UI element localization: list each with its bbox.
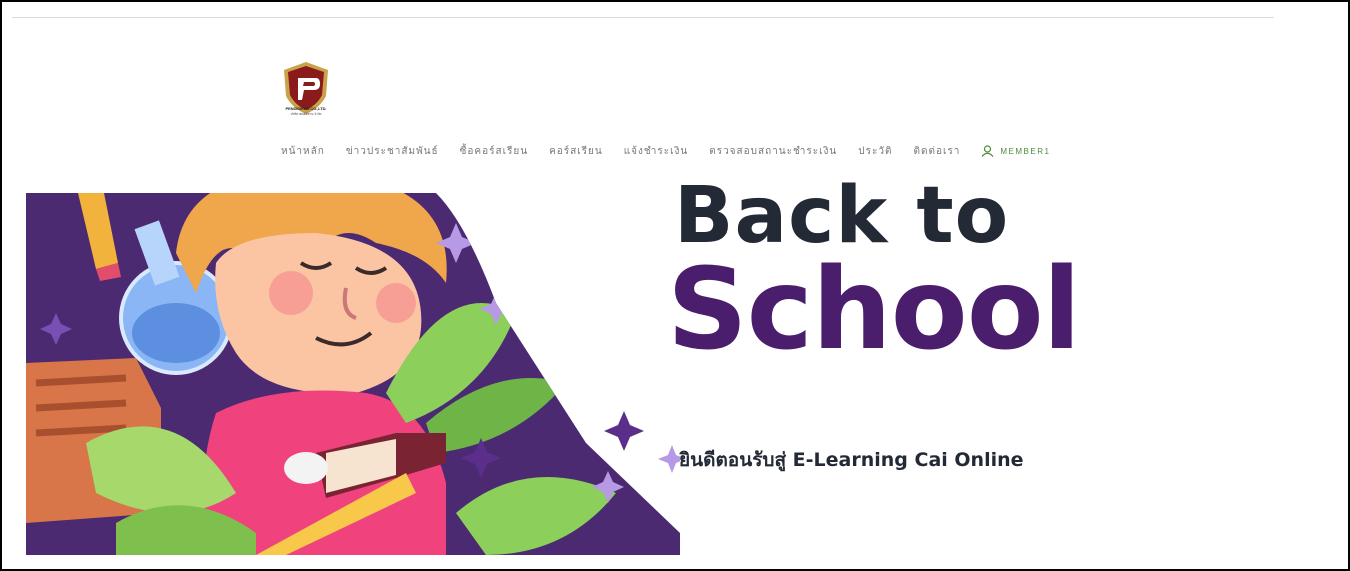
- browser-frame: PENDIDIKAN CO.,LTD. บริษัท เพนดิดิคาน จำ…: [0, 0, 1350, 571]
- logo-tagline: บริษัท เพนดิดิคาน จำกัด: [290, 112, 322, 116]
- member-username: MEMBER1: [1000, 146, 1051, 156]
- nav-item-payment-notify[interactable]: แจ้งชำระเงิน: [624, 144, 688, 159]
- hero-welcome-text: ยินดีตอนรับสู่ E-Learning Cai Online: [679, 449, 1024, 471]
- nav-item-news[interactable]: ข่าวประชาสัมพันธ์: [346, 144, 439, 159]
- nav-item-history[interactable]: ประวัติ: [858, 144, 892, 159]
- user-icon: [981, 145, 994, 157]
- main-navigation: หน้าหลัก ข่าวประชาสัมพันธ์ ซื้อคอร์สเรีย…: [281, 142, 1050, 160]
- hero-headline-school: School: [667, 245, 1081, 375]
- hero-headline-back-to: Back to: [674, 171, 1010, 248]
- header-divider: [12, 17, 1274, 18]
- nav-item-home[interactable]: หน้าหลัก: [281, 144, 325, 159]
- nav-item-member[interactable]: MEMBER1: [981, 145, 1050, 157]
- hero-illustration: [26, 193, 680, 555]
- logo-company-name: PENDIDIKAN CO.,LTD.: [285, 106, 327, 111]
- nav-item-contact[interactable]: ติดต่อเรา: [913, 144, 960, 159]
- nav-item-payment-status[interactable]: ตรวจสอบสถานะชำระเงิน: [709, 144, 837, 159]
- nav-item-courses[interactable]: คอร์สเรียน: [549, 144, 603, 159]
- nav-item-buy-course[interactable]: ซื้อคอร์สเรียน: [460, 144, 528, 159]
